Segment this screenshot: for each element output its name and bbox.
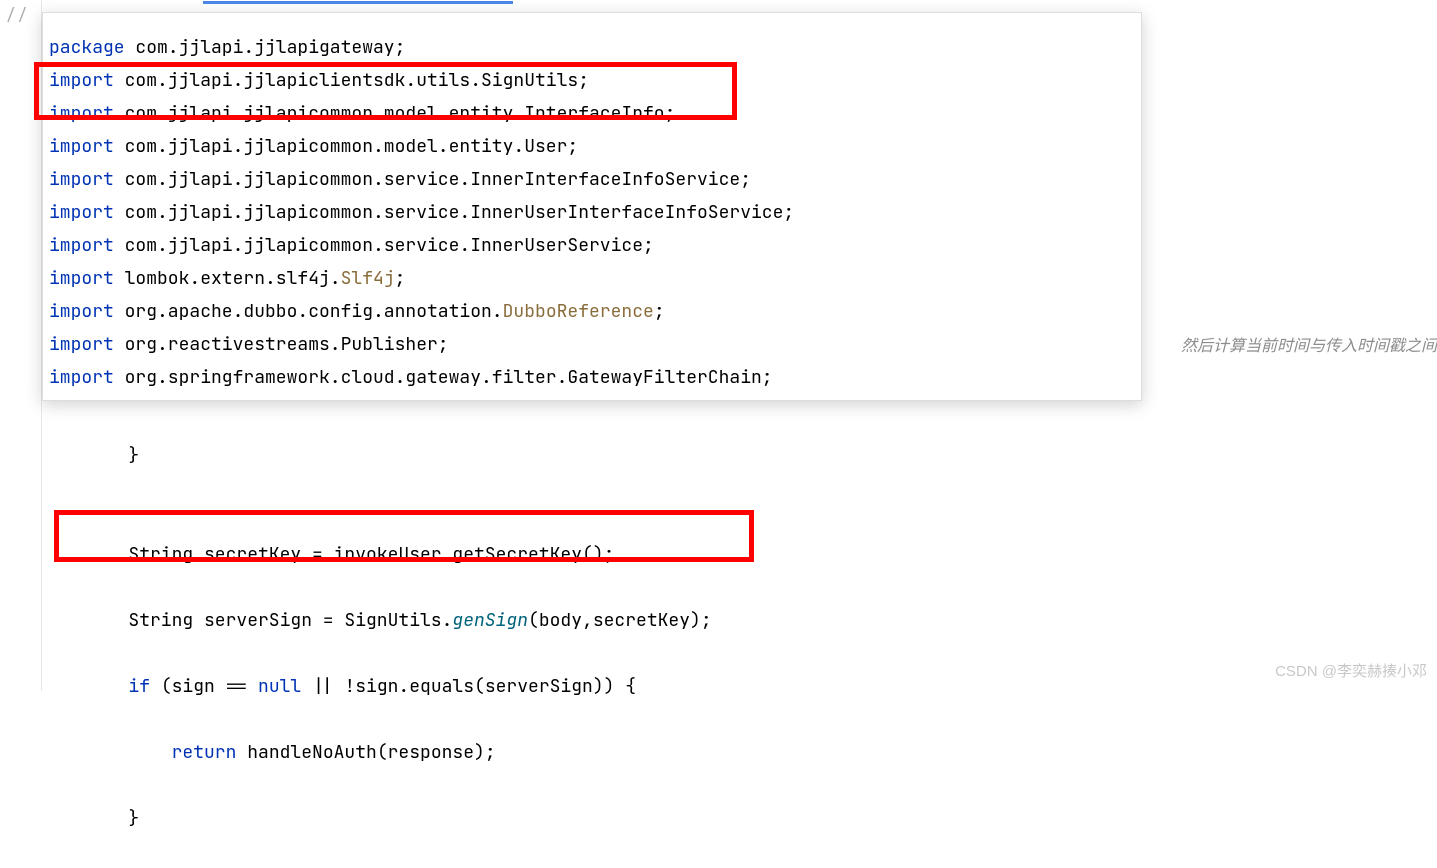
code-line: } [42,802,712,835]
code-text: org.springframework.cloud.gateway.filter… [114,366,773,389]
code-line: import com.jjlapi.jjlapicommon.service.I… [49,163,1135,196]
code-text: com.jjlapi.jjlapicommon.service.InnerUse… [114,234,654,257]
keyword-import: import [49,168,114,191]
code-text: ; [654,300,665,323]
code-text [42,675,128,698]
code-text: || !sign.equals(serverSign)) { [301,675,636,698]
code-line: import com.jjlapi.jjlapicommon.service.I… [49,229,1135,262]
code-text: org.apache.dubbo.config.annotation. [114,300,503,323]
code-line: } [42,439,712,472]
keyword-import: import [49,234,114,257]
code-line: import com.jjlapi.jjlapicommon.model.ent… [49,130,1135,163]
keyword-import: import [49,267,114,290]
keyword-import: import [49,300,114,323]
keyword-return: return [172,741,237,764]
editor-code[interactable]: } String secretKey = invokeUser.getSecre… [42,406,712,868]
code-line: String serverSign = SignUtils.genSign(bo… [42,604,712,637]
gutter-comment-marker: // [0,0,41,25]
keyword-import: import [49,366,114,389]
code-text [42,741,172,764]
keyword-import: import [49,201,114,224]
method-call: genSign [452,609,528,632]
code-text: com.jjlapi.jjlapicommon.model.entity.Use… [114,135,578,158]
keyword-import: import [49,333,114,356]
code-line: package com.jjlapi.jjlapigateway; [49,31,1135,64]
code-text: lombok.extern.slf4j. [114,267,341,290]
code-text: String serverSign = SignUtils. [42,609,452,632]
annotation-class: DubboReference [503,300,654,323]
keyword-package: package [49,36,125,59]
code-line: if (sign == null || !sign.equals(serverS… [42,670,712,703]
code-line: import org.springframework.cloud.gateway… [49,361,1135,394]
annotation-class: Slf4j [341,267,395,290]
code-text: (sign == [150,675,258,698]
code-line: import org.reactivestreams.Publisher; [49,328,1135,361]
code-line: return handleNoAuth(response); [42,736,712,769]
code-line: import org.apache.dubbo.config.annotatio… [49,295,1135,328]
code-line: import com.jjlapi.jjlapicommon.service.I… [49,196,1135,229]
code-text: (body,secretKey); [528,609,712,632]
code-text: com.jjlapi.jjlapigateway; [125,36,406,59]
code-text: ; [395,267,406,290]
code-text: com.jjlapi.jjlapicommon.service.InnerInt… [114,168,751,191]
code-text: handleNoAuth(response); [236,741,495,764]
code-text: org.reactivestreams.Publisher; [114,333,449,356]
watermark-text: CSDN @李奕赫揍小邓 [1275,660,1427,681]
highlight-box-usage [54,510,754,562]
keyword-if: if [128,675,150,698]
highlight-box-import [34,62,737,120]
code-text: com.jjlapi.jjlapicommon.service.InnerUse… [114,201,794,224]
tab-indicator [203,1,513,4]
keyword-null: null [258,675,301,698]
code-line: import lombok.extern.slf4j.Slf4j; [49,262,1135,295]
keyword-import: import [49,135,114,158]
remote-comment-text: 然后计算当前时间与传入时间戳之间 [1181,332,1437,356]
